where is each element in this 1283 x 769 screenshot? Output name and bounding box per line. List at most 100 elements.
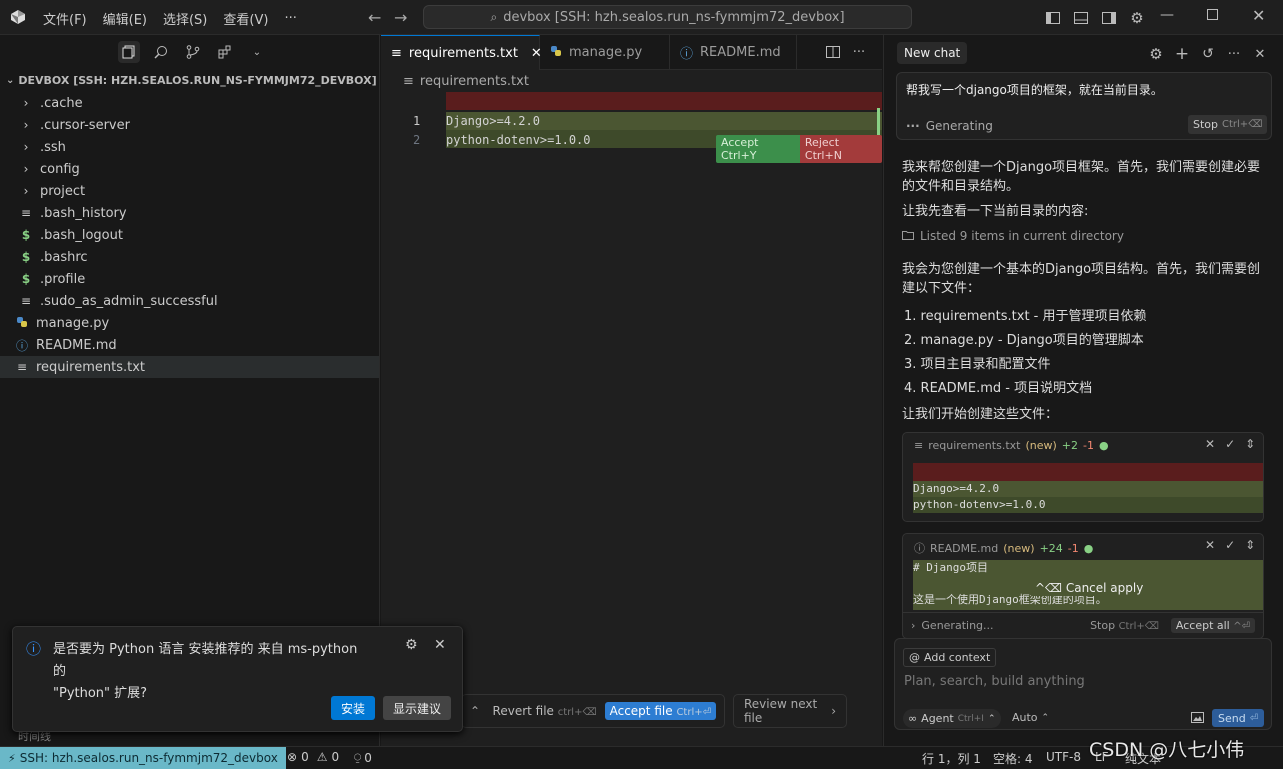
extensions-icon[interactable] [214, 41, 236, 63]
code-line[interactable]: Django>=4.2.0 [446, 114, 540, 128]
maximize-icon[interactable] [1207, 9, 1218, 20]
show-recommendations-button[interactable]: 显示建议 [383, 696, 451, 720]
tab-requirements[interactable]: ≡ requirements.txt ✕ [381, 35, 542, 70]
assistant-paragraph: 让我们开始创建这些文件： [902, 407, 1059, 422]
indentation[interactable]: 空格: 4 [993, 750, 1033, 767]
chat-input-field[interactable]: Plan, search, build anything [904, 674, 1085, 689]
search-panel-icon[interactable] [150, 41, 172, 63]
image-attach-icon[interactable] [1191, 712, 1204, 726]
close-window-icon[interactable]: ✕ [1252, 6, 1265, 25]
tab-readme[interactable]: ⓘ README.md [670, 35, 797, 70]
accept-inline-button[interactable]: Accept Ctrl+Y [716, 135, 800, 163]
tree-item-label: .ssh [40, 139, 66, 155]
toggle-sidebar-icon[interactable] [1042, 7, 1064, 29]
history-icon[interactable]: ↺ [1197, 43, 1219, 65]
reject-icon[interactable]: ✕ [1205, 538, 1215, 552]
problems-indicator[interactable]: ⊗ 0 ⚠ 0 [287, 750, 339, 764]
forward-arrow-icon[interactable]: → [394, 8, 407, 27]
split-editor-icon[interactable] [822, 41, 844, 63]
gear-icon[interactable]: ⚙ [1145, 43, 1167, 65]
tree-item-folder[interactable]: › project [0, 180, 379, 202]
minimize-icon[interactable]: — [1160, 7, 1174, 23]
stop-button[interactable]: Stop Ctrl+⌫ [1188, 115, 1268, 134]
close-icon[interactable]: ✕ [434, 637, 446, 653]
accept-check-icon[interactable]: ✓ [1225, 437, 1235, 451]
breadcrumb[interactable]: ≡ requirements.txt [403, 74, 529, 89]
back-arrow-icon[interactable]: ← [368, 8, 381, 27]
tree-item-label: README.md [36, 337, 117, 353]
extension-notification: ⓘ 是否要为 Python 语言 安装推荐的 来自 ms-python 的 "P… [12, 626, 463, 732]
reject-inline-button[interactable]: Reject Ctrl+N [799, 135, 882, 163]
remote-indicator[interactable]: ⚡ SSH: hzh.sealos.run_ns-fymmjm72_devbox [0, 747, 286, 769]
chat-tab-new-chat[interactable]: New chat [897, 42, 968, 64]
tree-item-file-selected[interactable]: ≡ requirements.txt [0, 356, 379, 378]
chevron-right-icon[interactable]: › [911, 619, 915, 632]
accept-file-button[interactable]: Accept file Ctrl+⏎ [604, 702, 716, 720]
code-change-card: ⓘ README.md (new) +24 -1 ● ✕ ✓ ⇕ # Djang… [902, 533, 1264, 639]
more-actions-icon[interactable]: ··· [1223, 43, 1245, 65]
gear-icon[interactable]: ⚙ [405, 637, 418, 653]
settings-gear-icon[interactable]: ⚙ [1126, 7, 1148, 29]
cursor-position[interactable]: 行 1，列 1 [922, 750, 981, 767]
list-item: 2. manage.py - Django项目的管理脚本 [904, 333, 1144, 348]
tab-manage-py[interactable]: manage.py [540, 35, 670, 70]
tree-item-label: .profile [40, 271, 86, 287]
model-dropdown[interactable]: Auto ⌃ [1012, 711, 1049, 724]
tree-item-folder[interactable]: › .cache [0, 92, 379, 114]
explorer-root[interactable]: ⌄ DEVBOX [SSH: HZH.SEALOS.RUN_NS-FYMMJM7… [6, 74, 377, 87]
shell-file-icon: $ [21, 250, 31, 264]
chevron-up-icon[interactable]: ⌃ [470, 704, 480, 718]
plus-icon[interactable]: + [1171, 43, 1193, 65]
menu-file[interactable]: 文件(F) [43, 9, 87, 28]
expand-icon[interactable]: ⇕ [1245, 437, 1255, 451]
menu-edit[interactable]: 编辑(E) [103, 9, 147, 28]
accept-check-icon[interactable]: ✓ [1225, 538, 1235, 552]
explorer-files-icon[interactable] [118, 41, 140, 63]
tool-call-listed[interactable]: Listed 9 items in current directory [902, 229, 1124, 243]
command-center-search[interactable]: ⌕ devbox [SSH: hzh.sealos.run_ns-fymmjm7… [423, 5, 912, 29]
assistant-paragraph: 我会为您创建一个基本的Django项目结构。首先，我们需要创建以下文件： [902, 262, 1261, 296]
chevron-down-icon[interactable]: ⌄ [246, 41, 268, 63]
tree-item-folder[interactable]: › .ssh [0, 136, 379, 158]
expand-icon[interactable]: ⇕ [1245, 538, 1255, 552]
encoding[interactable]: UTF-8 [1046, 750, 1081, 764]
revert-file-button[interactable]: Revert file ctrl+⌫ [493, 704, 597, 718]
tree-item-file[interactable]: manage.py [0, 312, 379, 334]
reject-icon[interactable]: ✕ [1205, 437, 1215, 451]
toggle-panel-icon[interactable] [1070, 7, 1092, 29]
tree-item-folder[interactable]: › .cursor-server [0, 114, 379, 136]
ports-indicator[interactable]: ⍜ 0 [354, 750, 372, 765]
tree-item-file[interactable]: $ .bash_logout [0, 224, 379, 246]
user-message-box[interactable]: 帮我写一个django项目的框架，就在当前目录。 ··· Generating … [896, 72, 1272, 140]
menu-view[interactable]: 查看(V) [223, 9, 268, 28]
card-header[interactable]: ≡ requirements.txt (new) +2 -1 ● [914, 439, 1109, 452]
card-header[interactable]: ⓘ README.md (new) +24 -1 ● [914, 540, 1093, 556]
cancel-apply-button[interactable]: ^⌫ Cancel apply [1031, 580, 1148, 596]
more-actions-icon[interactable]: ··· [848, 41, 870, 63]
tree-item-file[interactable]: $ .bashrc [0, 246, 379, 268]
close-icon[interactable]: ✕ [1249, 43, 1271, 65]
source-control-icon[interactable] [182, 41, 204, 63]
list-item: 1. requirements.txt - 用于管理项目依赖 [904, 309, 1147, 324]
accept-all-button[interactable]: Accept all ^⏎ [1170, 618, 1255, 633]
card-plus: +24 [1039, 541, 1063, 555]
tree-item-file[interactable]: ≡ .sudo_as_admin_successful [0, 290, 379, 312]
text-file-icon: ≡ [20, 294, 32, 308]
code-change-card: ≡ requirements.txt (new) +2 -1 ● ✕ ✓ ⇕ D… [902, 432, 1264, 522]
text-file-icon: ≡ [20, 206, 32, 220]
remote-label: SSH: hzh.sealos.run_ns-fymmjm72_devbox [19, 751, 278, 765]
agent-mode-dropdown[interactable]: ∞ Agent Ctrl+I ⌃ [903, 709, 1001, 728]
send-button[interactable]: Send ⏎ [1212, 709, 1265, 727]
review-next-file-button[interactable]: Review next file › [733, 694, 847, 728]
add-context-button[interactable]: @ Add context [903, 648, 997, 667]
menu-more[interactable]: ··· [284, 11, 296, 26]
stop-button[interactable]: Stop Ctrl+⌫ [1090, 619, 1159, 632]
tree-item-file[interactable]: ≡ .bash_history [0, 202, 379, 224]
code-line[interactable]: python-dotenv>=1.0.0 [446, 133, 591, 147]
tree-item-file[interactable]: ⓘ README.md [0, 334, 379, 356]
tree-item-folder[interactable]: › config [0, 158, 379, 180]
menu-select[interactable]: 选择(S) [163, 9, 207, 28]
toggle-secondary-sidebar-icon[interactable] [1098, 7, 1120, 29]
tree-item-file[interactable]: $ .profile [0, 268, 379, 290]
install-button[interactable]: 安装 [331, 696, 375, 720]
